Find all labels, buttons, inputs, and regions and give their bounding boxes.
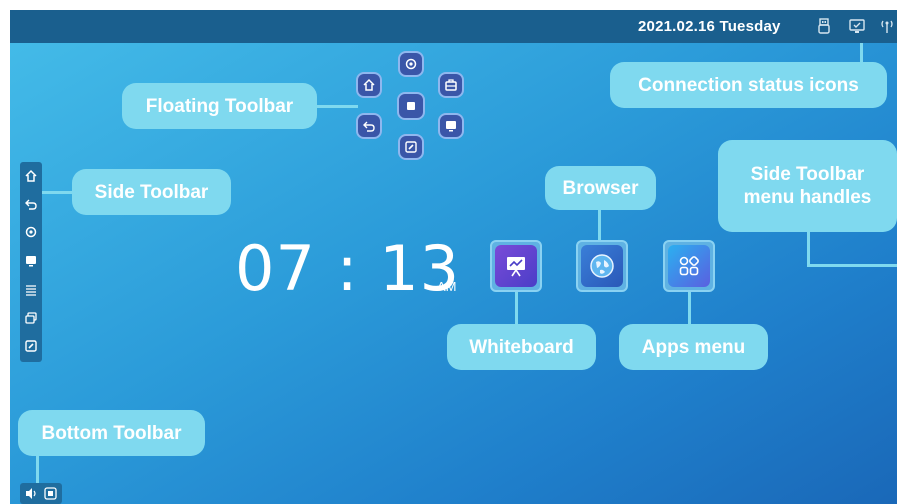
- clock-period: AM: [437, 279, 457, 294]
- floating-back-button[interactable]: [356, 113, 382, 139]
- settings-icon[interactable]: [24, 225, 38, 239]
- wireless-signal-icon[interactable]: [878, 17, 896, 35]
- bottom-toolbar: [20, 483, 62, 504]
- settings-icon: [405, 58, 417, 70]
- back-icon[interactable]: [24, 197, 38, 211]
- side-handles-pointer-vertical: [807, 232, 810, 265]
- apps-menu-app[interactable]: [663, 240, 715, 292]
- desktop-screen: 2021.02.16 Tuesday Connection status ico…: [10, 10, 897, 504]
- stop-icon: [407, 102, 415, 110]
- apps-menu-icon: [668, 245, 710, 287]
- browser-app-icon: [581, 245, 623, 287]
- status-bar: 2021.02.16 Tuesday: [10, 10, 897, 43]
- toolbox-icon: [445, 79, 457, 91]
- floating-toolbox-button[interactable]: [438, 72, 464, 98]
- side-handles-pointer-horizontal: [807, 264, 897, 267]
- edit-icon[interactable]: [24, 339, 38, 353]
- side-toolbar-handles-callout: Side Toolbar menu handles: [718, 140, 897, 232]
- bottom-toolbar-callout: Bottom Toolbar: [18, 410, 205, 456]
- edit-icon: [405, 141, 417, 153]
- record-icon[interactable]: [44, 487, 57, 500]
- browser-callout: Browser: [545, 166, 656, 210]
- side-toolbar: [20, 162, 42, 362]
- volume-icon[interactable]: [24, 487, 38, 500]
- browser-app[interactable]: [576, 240, 628, 292]
- side-toolbar-pointer: [42, 191, 74, 194]
- floating-toolbar-pointer: [310, 105, 358, 108]
- bottom-toolbar-pointer: [36, 456, 39, 484]
- floating-home-button[interactable]: [356, 72, 382, 98]
- clock-time: 07 : 13: [235, 232, 461, 305]
- whiteboard-pointer: [515, 292, 518, 328]
- floating-toolbar-callout: Floating Toolbar: [122, 83, 317, 129]
- side-toolbar-callout: Side Toolbar: [72, 169, 231, 215]
- connection-status-callout: Connection status icons: [610, 62, 887, 108]
- screen-icon: [446, 121, 456, 132]
- apps-menu-callout: Apps menu: [619, 324, 768, 370]
- whiteboard-app-icon: [495, 245, 537, 287]
- floating-settings-button[interactable]: [398, 51, 424, 77]
- list-icon[interactable]: [24, 283, 38, 297]
- screen-share-icon[interactable]: [848, 17, 866, 35]
- back-icon: [363, 121, 375, 132]
- home-icon: [363, 78, 375, 91]
- browser-pointer: [598, 210, 601, 240]
- apps-menu-pointer: [688, 292, 691, 328]
- floating-screen-button[interactable]: [438, 113, 464, 139]
- floating-stop-button[interactable]: [397, 92, 425, 120]
- windows-icon[interactable]: [24, 311, 38, 325]
- whiteboard-callout: Whiteboard: [447, 324, 596, 370]
- date-label: 2021.02.16 Tuesday: [638, 18, 781, 35]
- whiteboard-app[interactable]: [490, 240, 542, 292]
- usb-icon[interactable]: [815, 17, 833, 35]
- screen-icon[interactable]: [24, 254, 38, 268]
- floating-edit-button[interactable]: [398, 134, 424, 160]
- home-icon[interactable]: [24, 169, 38, 183]
